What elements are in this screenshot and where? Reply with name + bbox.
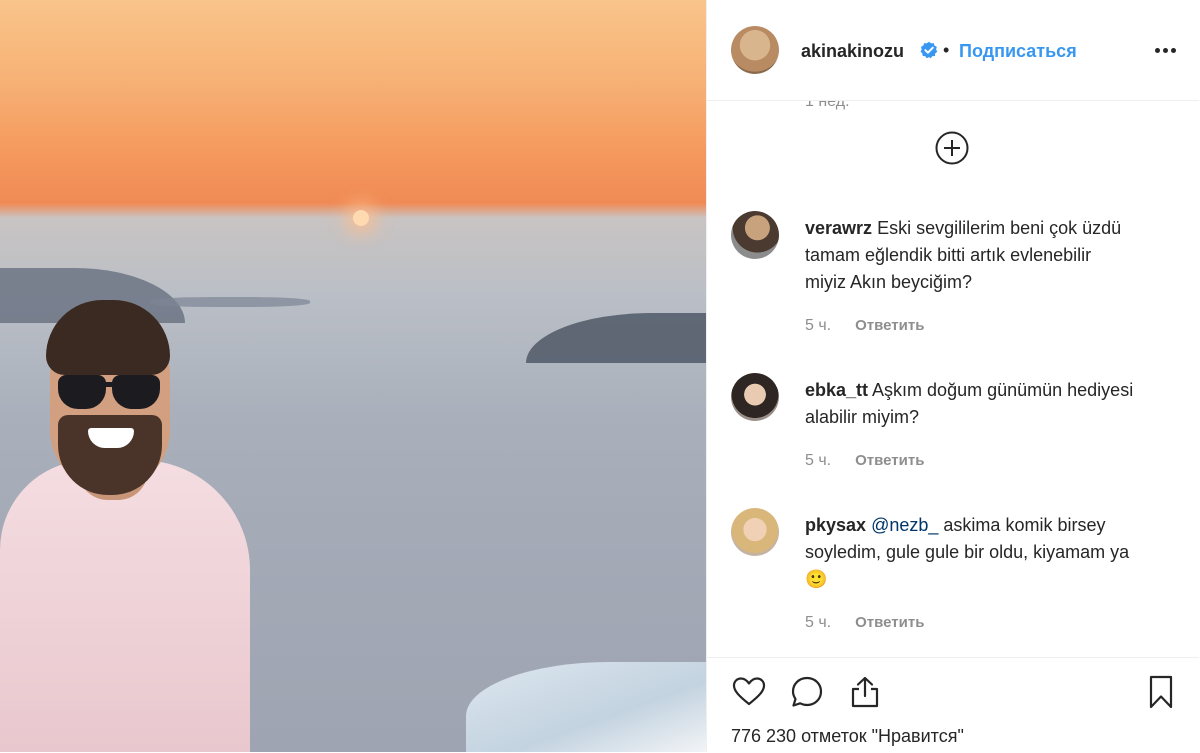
comment-time[interactable]: 5 ч. xyxy=(805,452,831,469)
likes-count[interactable]: 776 230 отметок "Нравится" xyxy=(731,726,964,747)
hair xyxy=(46,300,170,375)
previous-comment-time: 1 нед. xyxy=(805,101,850,110)
pink-shirt xyxy=(0,460,250,752)
comment-text: ebka_tt Aşkım doğum günümün hediyesi ala… xyxy=(805,377,1135,431)
comment-mention-link[interactable]: @nezb_ xyxy=(871,515,938,535)
reply-button[interactable]: Ответить xyxy=(855,317,924,334)
commenter-avatar[interactable] xyxy=(731,508,779,556)
heart-icon[interactable] xyxy=(731,674,767,710)
sunglasses-left-lens xyxy=(58,375,106,409)
verified-badge-icon xyxy=(920,41,938,59)
commenter-avatar[interactable] xyxy=(731,373,779,421)
share-icon[interactable] xyxy=(847,674,883,710)
comment-meta: 5 ч. Ответить xyxy=(805,317,924,335)
reply-button[interactable]: Ответить xyxy=(855,452,924,469)
bookmark-icon[interactable] xyxy=(1143,674,1179,710)
comment-meta: 5 ч. Ответить xyxy=(805,452,924,470)
header-separator: • xyxy=(943,40,950,60)
smiley-emoji-icon: 🙂 xyxy=(805,569,828,589)
post-photo[interactable] xyxy=(0,0,706,752)
comment-meta: 5 ч. Ответить xyxy=(805,614,924,632)
post-side-panel: akinakinozu • Подписаться 1 нед. verawrz… xyxy=(706,0,1200,752)
post-header: akinakinozu • Подписаться xyxy=(707,0,1199,101)
commenter-username[interactable]: pkysax xyxy=(805,515,866,535)
commenter-username[interactable]: ebka_tt xyxy=(805,380,868,400)
sunglasses-right-lens xyxy=(112,375,160,409)
author-avatar[interactable] xyxy=(731,26,779,74)
comment-time[interactable]: 5 ч. xyxy=(805,614,831,631)
author-username[interactable]: akinakinozu xyxy=(801,41,904,62)
commenter-avatar[interactable] xyxy=(731,211,779,259)
comment-icon[interactable] xyxy=(789,674,825,710)
comment-time[interactable]: 5 ч. xyxy=(805,317,831,334)
white-rooftops xyxy=(466,662,706,752)
more-dots-icon[interactable] xyxy=(1151,36,1179,64)
comment-text: verawrz Eski sevgililerim beni çok üzdü … xyxy=(805,215,1135,296)
smiling-man xyxy=(0,300,280,752)
follow-button[interactable]: Подписаться xyxy=(959,41,1077,62)
comments-list[interactable]: 1 нед. verawrz Eski sevgililerim beni ço… xyxy=(707,101,1199,657)
reply-button[interactable]: Ответить xyxy=(855,614,924,631)
plus-circle-icon[interactable] xyxy=(935,131,969,165)
commenter-username[interactable]: verawrz xyxy=(805,218,872,238)
sunglasses-bridge xyxy=(100,382,116,387)
comment-text: pkysax @nezb_ askima komik birsey soyled… xyxy=(805,512,1135,593)
post-actions-bar: 776 230 отметок "Нравится" xyxy=(707,657,1199,753)
sunset-sun xyxy=(353,210,369,226)
island-right xyxy=(526,313,706,363)
